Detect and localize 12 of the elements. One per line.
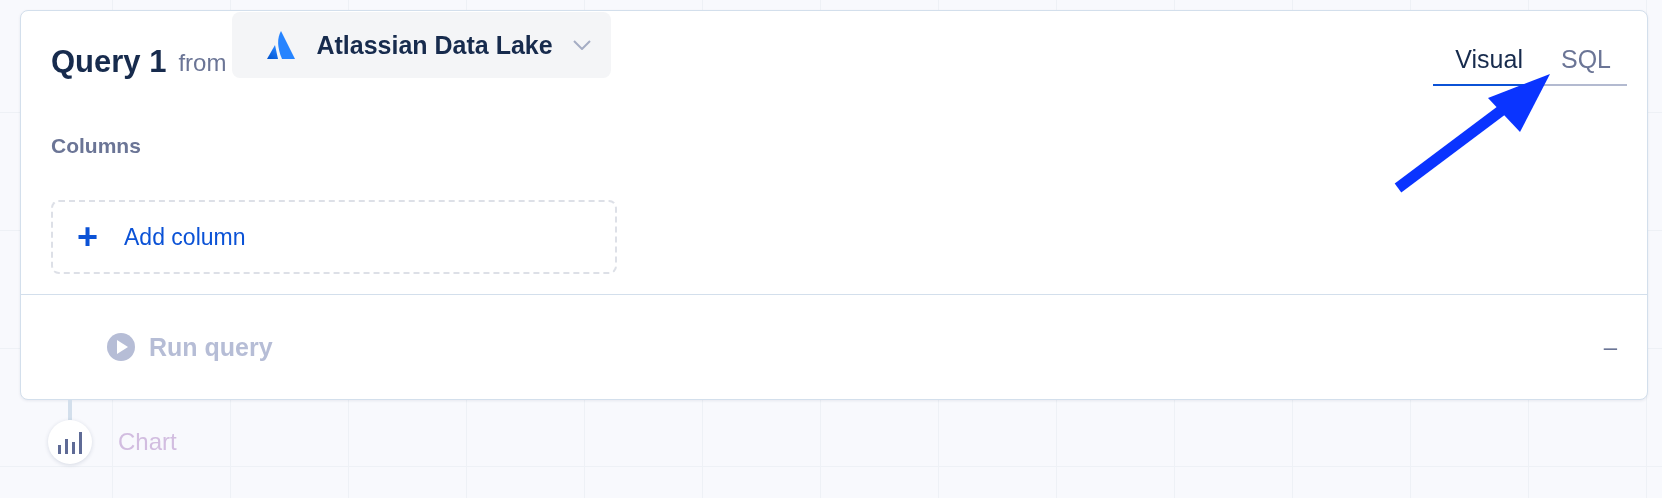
from-label: from <box>178 51 227 75</box>
data-source-dropdown[interactable]: Atlassian Data Lake <box>232 12 611 78</box>
add-column-button[interactable]: + Add column <box>51 200 617 274</box>
logo-icon <box>266 30 297 60</box>
chart-node[interactable] <box>48 420 92 464</box>
collapse-button[interactable]: – <box>1597 332 1623 362</box>
play-icon <box>107 333 135 361</box>
view-tab[interactable]: SQL <box>1538 41 1627 86</box>
chevron-down-icon <box>572 40 591 50</box>
query-title: Query 1 <box>51 47 167 77</box>
columns-label: Columns <box>51 134 142 158</box>
chart-label: Chart <box>118 428 177 456</box>
